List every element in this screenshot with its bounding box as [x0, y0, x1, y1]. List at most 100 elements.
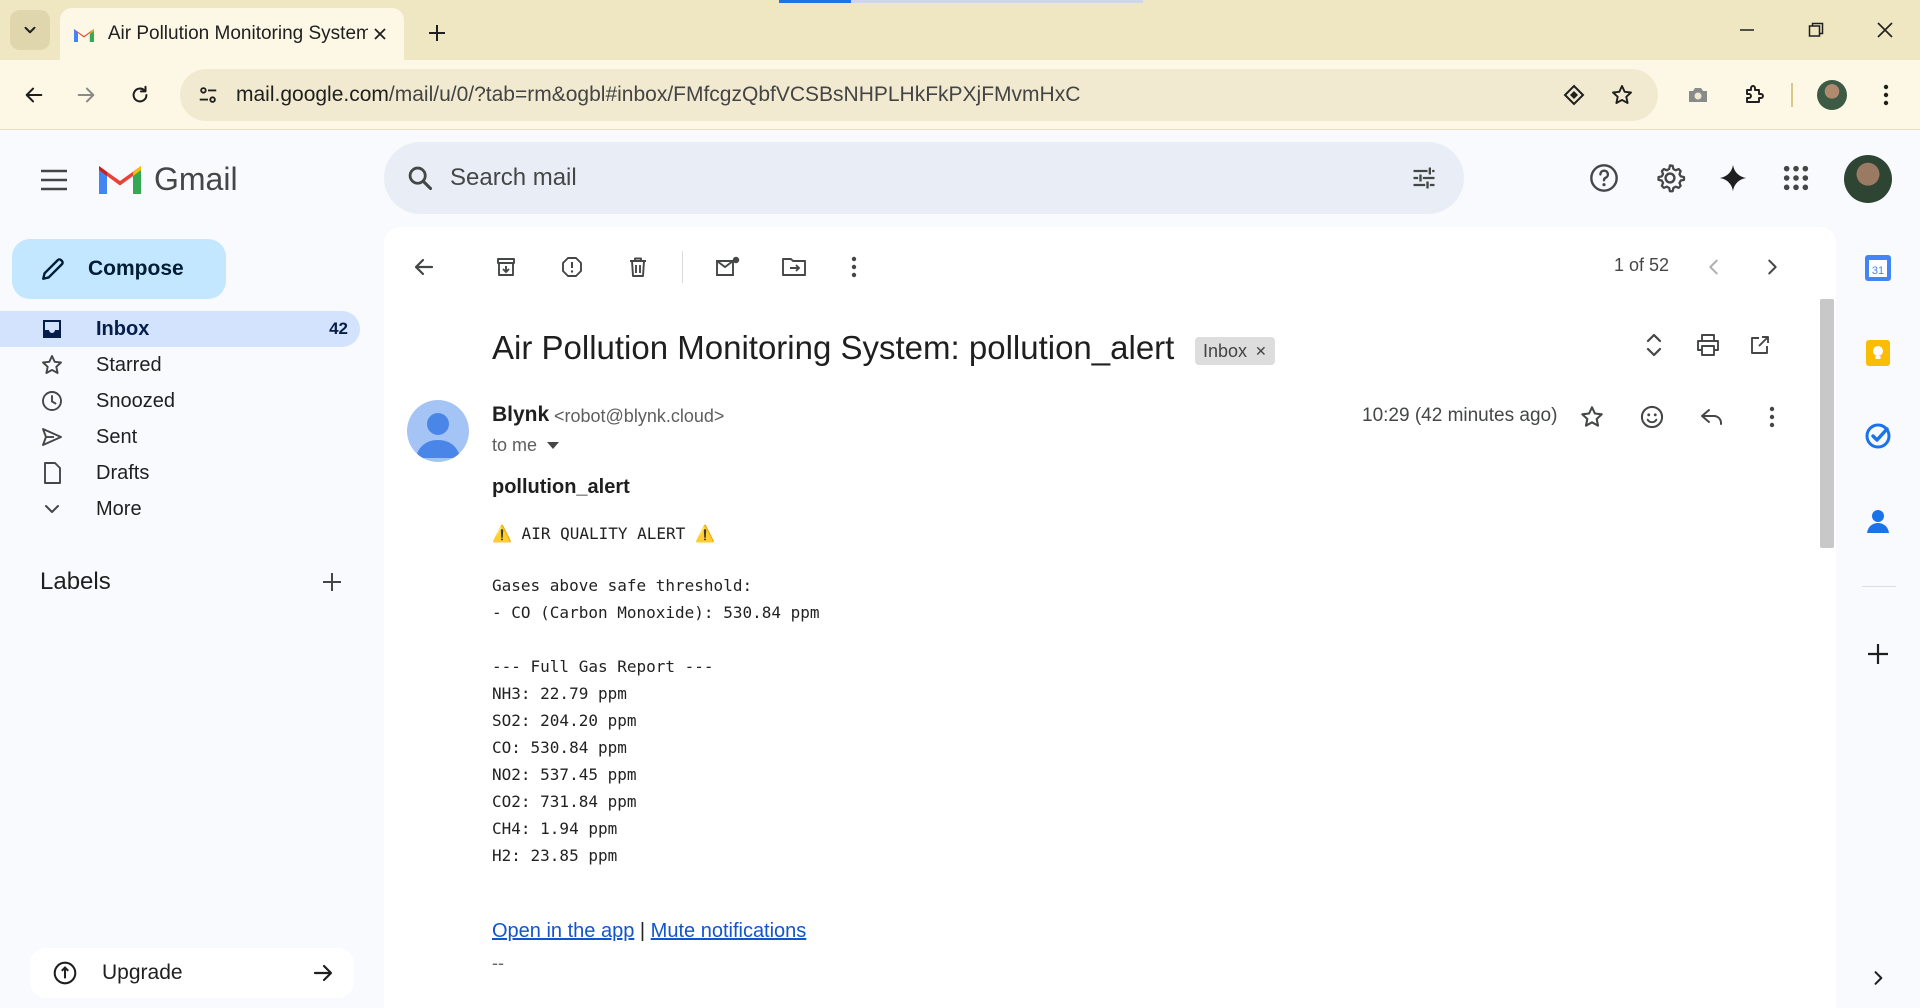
minimize-button[interactable] — [1724, 10, 1770, 50]
compose-button[interactable]: Compose — [12, 239, 226, 299]
sidebar-item-label: Inbox — [96, 317, 150, 340]
emoji-icon — [1640, 405, 1664, 429]
mark-unread-button[interactable] — [710, 249, 746, 285]
account-avatar[interactable] — [1844, 155, 1892, 203]
report-line: CH4: 1.94 ppm — [492, 819, 618, 838]
address-bar[interactable]: mail.google.com/mail/u/0/?tab=rm&ogbl#in… — [180, 69, 1658, 121]
restore-button[interactable] — [1793, 10, 1839, 50]
sidebar-item-sent[interactable]: Sent — [0, 419, 360, 455]
open-in-new-icon — [1751, 336, 1769, 354]
draft-icon — [44, 462, 61, 484]
sidebar-item-inbox[interactable]: Inbox 42 — [0, 311, 360, 347]
back-to-inbox-button[interactable] — [406, 249, 442, 285]
report-line: CO: 530.84 ppm — [492, 738, 627, 757]
browser-menu-button[interactable] — [1868, 77, 1904, 113]
message-timestamp: 10:29 (42 minutes ago) — [1362, 405, 1558, 426]
support-button[interactable] — [1584, 158, 1624, 198]
report-line: NH3: 22.79 ppm — [492, 684, 627, 703]
screenshot-camera-icon[interactable] — [1680, 77, 1716, 113]
reply-button[interactable] — [1692, 397, 1732, 437]
remove-label-icon[interactable]: ✕ — [1255, 343, 1267, 360]
gemini-button[interactable] — [1713, 158, 1753, 198]
add-reaction-button[interactable] — [1632, 397, 1672, 437]
sidebar-item-drafts[interactable]: Drafts — [0, 455, 360, 491]
chevron-right-icon — [1768, 259, 1777, 275]
reader-mode-icon[interactable] — [1560, 81, 1588, 109]
message-scrollbar[interactable] — [1820, 299, 1834, 548]
chevron-down-icon — [24, 26, 36, 34]
create-label-button[interactable] — [316, 566, 348, 598]
contacts-app-button[interactable] — [1858, 501, 1898, 541]
browser-tabstrip: Air Pollution Monitoring System — [0, 0, 1920, 60]
star-message-button[interactable] — [1572, 397, 1612, 437]
sparkle-icon — [1719, 164, 1747, 192]
gmail-favicon-icon — [73, 29, 94, 42]
search-input[interactable] — [450, 162, 1350, 194]
forward-button[interactable] — [68, 77, 104, 113]
arrow-right-icon — [77, 87, 95, 103]
search-options-icon[interactable] — [1406, 160, 1442, 196]
toolbar-divider — [1791, 83, 1793, 107]
search-icon[interactable] — [402, 160, 438, 196]
expand-all-button[interactable] — [1636, 327, 1672, 363]
keep-app-button[interactable] — [1858, 333, 1898, 373]
bookmark-star-icon[interactable] — [1608, 81, 1636, 109]
newer-button[interactable] — [1696, 249, 1732, 285]
report-line: SO2: 204.20 ppm — [492, 711, 637, 730]
label-chip-text: Inbox — [1203, 340, 1248, 361]
more-vert-icon — [851, 256, 857, 278]
reply-icon — [1701, 409, 1722, 425]
more-vert-icon — [1883, 84, 1889, 106]
mute-notifications-link[interactable]: Mute notifications — [651, 920, 807, 942]
sender-email: <robot@blynk.cloud> — [554, 406, 725, 426]
move-to-button[interactable] — [776, 249, 812, 285]
more-actions-button[interactable] — [836, 249, 872, 285]
archive-button[interactable] — [488, 249, 524, 285]
signature-separator: -- — [492, 953, 504, 973]
delete-button[interactable] — [620, 249, 656, 285]
reload-button[interactable] — [122, 77, 158, 113]
gmail-logo[interactable]: Gmail — [96, 160, 238, 198]
archive-icon — [497, 258, 515, 276]
upgrade-icon — [53, 961, 77, 985]
tab-search-button[interactable] — [10, 10, 50, 50]
settings-button[interactable] — [1650, 158, 1690, 198]
labels-heading: Labels — [40, 568, 111, 595]
print-button[interactable] — [1690, 327, 1726, 363]
tab-title: Air Pollution Monitoring System — [107, 23, 369, 44]
move-folder-icon — [782, 258, 806, 276]
message-view: 1 of 52 Air Pollution Monitoring System:… — [384, 227, 1836, 1008]
calendar-app-button[interactable]: 31 — [1858, 248, 1898, 288]
browser-toolbar: mail.google.com/mail/u/0/?tab=rm&ogbl#in… — [0, 60, 1920, 130]
plus-icon — [323, 573, 341, 591]
new-tab-button[interactable] — [420, 16, 454, 50]
show-side-panel-button[interactable] — [1858, 958, 1898, 998]
get-addons-button[interactable] — [1858, 634, 1898, 674]
sidebar-item-starred[interactable]: Starred — [0, 347, 360, 383]
report-line: H2: 23.85 ppm — [492, 846, 618, 865]
older-button[interactable] — [1754, 249, 1790, 285]
tab-close-icon[interactable] — [368, 22, 392, 46]
inbox-label-chip[interactable]: Inbox ✕ — [1195, 337, 1275, 365]
recipients-toggle[interactable]: to me — [492, 435, 560, 456]
site-info-icon[interactable] — [194, 81, 222, 109]
profile-button[interactable] — [1814, 77, 1850, 113]
sidebar-item-more[interactable]: More — [0, 491, 360, 527]
close-window-button[interactable] — [1862, 10, 1908, 50]
main-menu-button[interactable] — [34, 160, 74, 200]
recipient-text: to me — [492, 435, 538, 455]
google-apps-button[interactable] — [1776, 158, 1816, 198]
extensions-puzzle-icon[interactable] — [1736, 77, 1772, 113]
sidebar-item-label: Sent — [96, 425, 138, 448]
message-more-button[interactable] — [1752, 397, 1792, 437]
back-button[interactable] — [16, 77, 52, 113]
sidebar-item-snoozed[interactable]: Snoozed — [0, 383, 360, 419]
open-new-window-button[interactable] — [1742, 327, 1778, 363]
url-text[interactable]: mail.google.com/mail/u/0/?tab=rm&ogbl#in… — [236, 83, 1080, 107]
report-spam-button[interactable] — [554, 249, 590, 285]
tasks-app-button[interactable] — [1858, 416, 1898, 456]
open-in-app-link[interactable]: Open in the app — [492, 920, 634, 942]
browser-tab-active[interactable]: Air Pollution Monitoring System — [60, 8, 404, 60]
close-icon — [1877, 22, 1893, 38]
upgrade-button[interactable]: Upgrade — [30, 948, 354, 998]
